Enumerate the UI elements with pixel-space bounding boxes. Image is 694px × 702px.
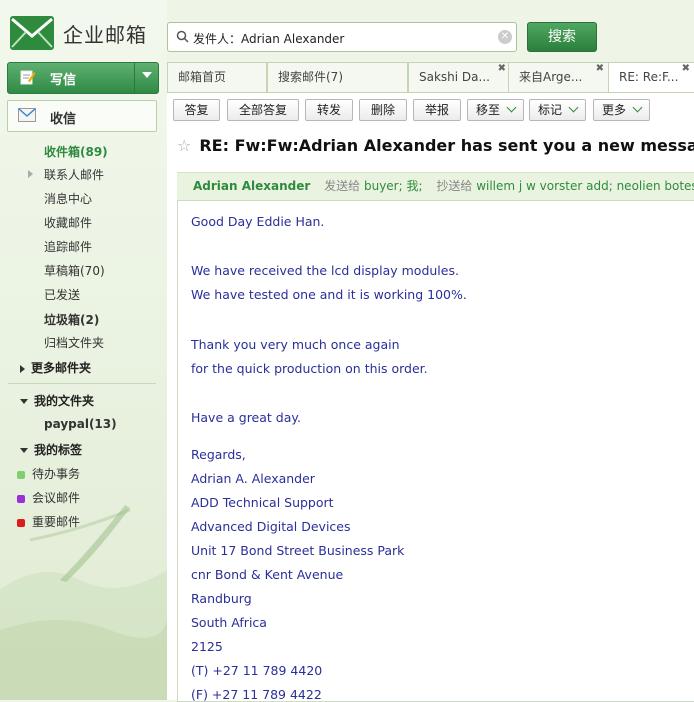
- folder-archive[interactable]: 归档文件夹: [44, 334, 104, 351]
- chevron-down-icon: [568, 102, 579, 113]
- folder-message-center[interactable]: 消息中心: [44, 190, 92, 207]
- body-line: South Africa: [191, 615, 267, 630]
- folder-sent[interactable]: 已发送: [44, 286, 80, 303]
- search-value: 发件人：Adrian Alexander: [193, 32, 345, 46]
- body-line: Regards,: [191, 447, 246, 462]
- cc-recipients[interactable]: willem j w vorster add; neolien botes ad…: [476, 179, 694, 193]
- body-line: We have received the lcd display modules…: [191, 263, 459, 278]
- brand-title: 企业邮箱: [63, 23, 147, 47]
- cc-label: 抄送给: [436, 179, 473, 193]
- sender-name[interactable]: Adrian Alexander: [193, 179, 310, 193]
- message-subject: ☆ RE: Fw:Fw:Adrian Alexander has sent you…: [177, 136, 694, 155]
- compose-button[interactable]: 写信: [7, 62, 159, 94]
- body-line: Adrian A. Alexander: [191, 471, 315, 486]
- my-tags-toggle[interactable]: 我的标签: [20, 441, 82, 458]
- folder-starred[interactable]: 收藏邮件: [44, 214, 92, 231]
- folder-inbox[interactable]: 收件箱(89): [44, 143, 108, 160]
- tab-label: 搜索邮件(7): [278, 70, 343, 84]
- sent-to-label: 发送给: [324, 179, 361, 193]
- folder-drafts[interactable]: 草稿箱(70): [44, 262, 105, 279]
- tab-sakshi[interactable]: Sakshi Da... ✖: [408, 62, 511, 92]
- my-folders-label: 我的文件夹: [34, 394, 95, 408]
- reply-button[interactable]: 答复: [173, 99, 220, 121]
- chevron-down-icon: [506, 102, 517, 113]
- message-view: ☆ RE: Fw:Fw:Adrian Alexander has sent you…: [167, 124, 694, 702]
- receive-label: 收信: [50, 112, 77, 127]
- mark-label: 标记: [537, 103, 562, 117]
- divider: [8, 383, 156, 384]
- body-line: Advanced Digital Devices: [191, 519, 351, 534]
- body-line: for the quick production on this order.: [191, 361, 428, 376]
- chevron-down-icon: [632, 102, 643, 113]
- more-dropdown[interactable]: 更多: [593, 99, 650, 121]
- collapse-down-icon: [20, 448, 28, 453]
- folder-trash[interactable]: 垃圾箱(2): [44, 311, 99, 328]
- move-to-dropdown[interactable]: 移至: [467, 99, 524, 121]
- more-folders-label: 更多邮件夹: [31, 361, 92, 375]
- folder-paypal[interactable]: paypal(13): [44, 417, 117, 431]
- compose-dropdown-icon[interactable]: [142, 72, 152, 78]
- search-button[interactable]: 搜索: [527, 22, 597, 52]
- search-icon: [176, 30, 189, 43]
- delete-button[interactable]: 删除: [359, 99, 407, 121]
- subject-text: RE: Fw:Fw:Adrian Alexander has sent you …: [199, 136, 694, 155]
- message-toolbar: 答复 全部答复 转发 删除 举报 移至 标记 更多: [167, 92, 694, 125]
- message-header: Adrian Alexander 发送给 buyer; 我; 抄送给 wille…: [177, 172, 694, 201]
- more-label: 更多: [601, 103, 626, 117]
- forward-button[interactable]: 转发: [305, 99, 353, 121]
- compose-label: 写信: [50, 73, 77, 88]
- star-icon[interactable]: ☆: [177, 136, 191, 155]
- body-line: cnr Bond & Kent Avenue: [191, 567, 344, 582]
- body-line: Good Day Eddie Han.: [191, 214, 325, 229]
- tab-label: RE: Re:F...: [619, 70, 679, 84]
- receive-button[interactable]: 收信: [7, 100, 157, 132]
- tab-search-mail[interactable]: 搜索邮件(7): [267, 62, 408, 92]
- folder-contacts-mail[interactable]: 联系人邮件: [44, 166, 104, 183]
- tab-label: 邮箱首页: [178, 70, 227, 84]
- top-bar: 发件人：Adrian Alexander ✕ 搜索: [167, 0, 694, 62]
- folder-tracked[interactable]: 追踪邮件: [44, 238, 92, 255]
- search-input[interactable]: 发件人：Adrian Alexander ✕: [167, 22, 517, 52]
- close-tab-icon[interactable]: ✖: [498, 63, 506, 83]
- tab-label: Sakshi Da...: [419, 70, 490, 84]
- sidebar-landscape-decoration: [0, 505, 167, 700]
- clear-search-icon[interactable]: ✕: [498, 30, 512, 44]
- contacts-expand-icon[interactable]: [28, 170, 33, 178]
- body-line: Have a great day.: [191, 410, 301, 425]
- tab-from-arge[interactable]: 来自Arge... ✖: [508, 62, 609, 92]
- mark-dropdown[interactable]: 标记: [529, 99, 586, 121]
- expand-right-icon: [20, 364, 25, 373]
- tab-current-message[interactable]: RE: Re:F... ✖: [608, 62, 694, 92]
- body-line: Thank you very much once again: [191, 337, 400, 352]
- envelope-logo-icon: [10, 16, 54, 50]
- tab-label: 来自Arge...: [519, 70, 583, 84]
- tab-bar: 邮箱首页 搜索邮件(7) Sakshi Da... ✖ 来自Arge... ✖ RE…: [167, 62, 694, 92]
- sidebar: 企业邮箱 写信 收信 收件箱(89) 联系人邮件 消息中心 收藏邮件 追踪邮件 …: [0, 0, 167, 700]
- body-line: 2125: [191, 639, 223, 654]
- recipients[interactable]: buyer; 我;: [364, 179, 423, 193]
- move-to-label: 移至: [475, 103, 500, 117]
- body-line: We have tested one and it is working 100…: [191, 287, 467, 302]
- close-tab-icon[interactable]: ✖: [596, 63, 604, 83]
- logo[interactable]: 企业邮箱: [9, 13, 159, 53]
- collapse-down-icon: [20, 399, 28, 404]
- body-line: ADD Technical Support: [191, 495, 334, 510]
- my-folders-toggle[interactable]: 我的文件夹: [20, 392, 94, 409]
- message-body: Good Day Eddie Han. We have received the…: [177, 200, 694, 702]
- reply-all-button[interactable]: 全部答复: [227, 99, 299, 121]
- compose-pen-icon: [20, 70, 36, 85]
- tab-mailbox-home[interactable]: 邮箱首页: [167, 62, 267, 92]
- more-folders-toggle[interactable]: 更多邮件夹: [20, 359, 91, 376]
- compose-divider: [134, 63, 135, 93]
- report-button[interactable]: 举报: [413, 99, 461, 121]
- body-line: (T) +27 11 789 4420: [191, 663, 323, 678]
- body-line: Unit 17 Bond Street Business Park: [191, 543, 405, 558]
- my-tags-label: 我的标签: [34, 443, 83, 457]
- body-line: Randburg: [191, 591, 252, 606]
- close-tab-icon[interactable]: ✖: [682, 63, 690, 83]
- receive-envelope-icon: [18, 108, 36, 122]
